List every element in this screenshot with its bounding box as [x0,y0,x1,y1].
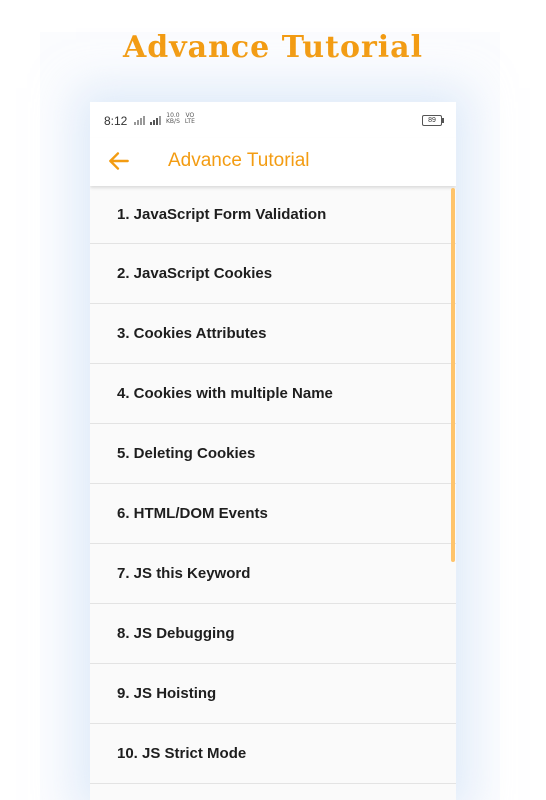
tutorial-list: 1. JavaScript Form Validation 2. JavaScr… [90,186,456,784]
volte-indicator: VO LTE [185,113,195,125]
list-item-label: 8. JS Debugging [117,625,235,642]
list-item-label: 1. JavaScript Form Validation [117,206,327,223]
signal-icon [134,115,145,125]
lte-label: LTE [184,118,195,125]
list-item[interactable]: 8. JS Debugging [90,604,456,664]
phone-screen: 8:12 10.0 KB/S VO LTE 89 Advance Tutoria… [90,102,456,800]
network-speed: 10.0 KB/S [166,113,180,125]
app-bar: Advance Tutorial [90,138,456,186]
list-item[interactable]: 2. JavaScript Cookies [90,244,456,304]
status-bar: 8:12 10.0 KB/S VO LTE 89 [90,102,456,138]
list-item[interactable]: 9. JS Hoisting [90,664,456,724]
list-item[interactable]: 6. HTML/DOM Events [90,484,456,544]
list-item-label: 10. JS Strict Mode [117,745,247,762]
list-item-label: 7. JS this Keyword [117,565,251,582]
app-title: Advance Tutorial [168,150,310,171]
network-speed-unit: KB/S [166,118,180,125]
list-item-label: 2. JavaScript Cookies [117,265,273,282]
promo-title: Advance Tutorial [122,30,424,65]
list-item-label: 9. JS Hoisting [117,685,217,702]
list-item[interactable]: 4. Cookies with multiple Name [90,364,456,424]
signal-icon [150,115,161,125]
list-item[interactable]: 7. JS this Keyword [90,544,456,604]
scrollbar[interactable] [451,188,455,562]
list-item[interactable]: 1. JavaScript Form Validation [90,186,456,244]
list-item-label: 3. Cookies Attributes [117,325,267,342]
list-item[interactable]: 10. JS Strict Mode [90,724,456,784]
list-item-label: 5. Deleting Cookies [117,445,256,462]
list-item[interactable]: 5. Deleting Cookies [90,424,456,484]
back-button[interactable] [106,148,132,174]
list-item-label: 6. HTML/DOM Events [117,505,268,522]
status-time: 8:12 [104,114,128,128]
arrow-left-icon [109,152,129,170]
battery-icon: 89 [422,115,444,126]
list-item[interactable]: 3. Cookies Attributes [90,304,456,364]
battery-level: 89 [428,117,436,124]
list-item-label: 4. Cookies with multiple Name [117,385,333,402]
status-icons: 10.0 KB/S VO LTE [134,113,195,125]
